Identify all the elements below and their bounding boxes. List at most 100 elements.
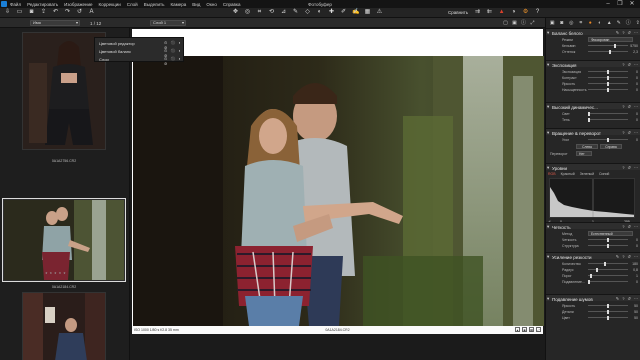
section-header[interactable]: ▾ Баланс белого ✎ ? ↺ ⋯ [546, 28, 640, 36]
rotate-right-button[interactable]: Справа [600, 144, 622, 149]
channel-tab-red[interactable]: Красный [561, 172, 575, 177]
tint-value[interactable]: 2,3 [633, 50, 638, 54]
exposure-slider-handle[interactable] [607, 69, 609, 74]
sharp-threshold-slider[interactable] [588, 275, 628, 276]
crop-icon[interactable]: ⌗ [256, 9, 263, 16]
camera-icon[interactable]: ◙ [28, 9, 35, 16]
saturation-value[interactable]: 0 [636, 88, 638, 92]
details-tab-icon[interactable]: ▲ [606, 20, 613, 27]
sharp-threshold-slider-handle[interactable] [590, 273, 592, 278]
sharp-halo-slider[interactable] [588, 281, 628, 282]
contrast-value[interactable]: 0 [636, 76, 638, 80]
tint-slider-handle[interactable] [609, 49, 611, 54]
sharp-radius-slider[interactable] [588, 269, 628, 270]
section-controls-icon[interactable]: ? ↺ ⋯ [622, 165, 639, 170]
minimize-button[interactable]: – [602, 0, 614, 8]
contrast-slider-handle[interactable] [607, 75, 609, 80]
sharp-amount-slider-handle[interactable] [604, 261, 606, 266]
undo-icon[interactable]: ↶ [52, 9, 59, 16]
collapse-icon[interactable]: ▾ [547, 30, 549, 36]
section-header[interactable]: ▾ Высокий динамичес... ? ↺ ⋯ [546, 102, 640, 110]
sharp-radius-slider-handle[interactable] [596, 267, 598, 272]
section-header[interactable]: ▾ Уровни ? ↺ ⋯ [546, 163, 640, 171]
zoom-fit-icon[interactable]: ⤢ [536, 326, 541, 332]
folder-icon[interactable]: ▭ [16, 9, 23, 16]
thumbnail-2-selected[interactable]: ★ ★ ★ ★ ★ 0A1A2184.CR2 [2, 198, 126, 289]
focus-mask-icon[interactable]: ◉ [522, 326, 527, 332]
proof-icon[interactable]: ◑ [510, 9, 517, 16]
collapse-icon[interactable]: ▾ [547, 104, 549, 110]
noise-detail-slider-handle[interactable] [607, 309, 609, 314]
metadata-tab-icon[interactable]: ⓘ [625, 20, 632, 27]
rating-stars[interactable]: ★ ★ ★ ★ ★ [45, 271, 66, 275]
structure-slider-handle[interactable] [607, 243, 609, 248]
kelvin-value[interactable]: 5750 [630, 44, 638, 48]
shadows-value[interactable]: 0 [636, 118, 638, 122]
fullscreen-icon[interactable]: ⤢ [529, 20, 536, 27]
layer-row-layers[interactable]: Слои ⊙ ⚫ ◐ ⊘ [95, 55, 185, 66]
channel-tab-rgb[interactable]: RGB [548, 172, 556, 177]
lens-tab-icon[interactable]: ◎ [568, 20, 575, 27]
rotate-left-button[interactable]: Слева [576, 144, 598, 149]
picker-icon[interactable]: ✐ [340, 9, 347, 16]
highlights-value[interactable]: 0 [636, 112, 638, 116]
cursor-icon[interactable]: ➶ [352, 9, 359, 16]
grid-overlay-icon[interactable]: ▦ [529, 326, 534, 332]
highlights-slider-handle[interactable] [588, 111, 590, 116]
main-photo[interactable] [133, 56, 544, 326]
wb-mode-dropdown[interactable]: Фиксирован [588, 37, 633, 42]
clarity-slider-handle[interactable] [607, 237, 609, 242]
section-header[interactable]: ▾ Вращение & переворот ? ↺ ⋯ [546, 128, 640, 136]
exposure-tab-icon[interactable]: ◐ [597, 20, 604, 27]
collapse-icon[interactable]: ▾ [547, 296, 549, 302]
sharp-radius-value[interactable]: 0,8 [633, 268, 638, 272]
section-header[interactable]: ▾ Усиление резкости ✎ ? ↺ ⋯ [546, 252, 640, 260]
shadows-slider[interactable] [588, 119, 628, 120]
sort-dropdown[interactable]: Имя [30, 20, 80, 26]
layer-dropdown[interactable]: Слой 1 [150, 20, 186, 26]
brightness-value[interactable]: 0 [636, 82, 638, 86]
sharp-halo-slider-handle[interactable] [588, 279, 590, 284]
keystone-icon[interactable]: ⊿ [280, 9, 287, 16]
text-tool-icon[interactable]: A [88, 9, 95, 16]
rotate-icon[interactable]: ⟲ [268, 9, 275, 16]
noise-detail-value[interactable]: 50 [634, 310, 638, 314]
channel-tab-green[interactable]: Зеленый [580, 172, 594, 177]
redo-icon[interactable]: ↷ [64, 9, 71, 16]
single-view-icon[interactable]: ▢ [502, 20, 509, 27]
section-header[interactable]: ▾ Четкость ? ↺ ⋯ [546, 222, 640, 230]
noise-color-value[interactable]: 50 [634, 316, 638, 320]
alert-icon[interactable]: ▲ [498, 9, 505, 16]
collapse-icon[interactable]: ▾ [547, 224, 549, 230]
collapse-icon[interactable]: ▾ [547, 254, 549, 260]
saturation-slider-handle[interactable] [607, 87, 609, 92]
help-icon[interactable]: ? [534, 9, 541, 16]
compare-label[interactable]: Сравнить [448, 10, 468, 15]
angle-value[interactable]: 0 [636, 138, 638, 142]
collapse-icon[interactable]: ▾ [547, 165, 549, 171]
warning-icon[interactable]: ⚠ [376, 9, 383, 16]
heal-icon[interactable]: ✚ [328, 9, 335, 16]
capture-tab-icon[interactable]: ◙ [559, 20, 566, 27]
section-header[interactable]: ▾ Подавление шумов ✎ ? ↺ ⋯ [546, 294, 640, 302]
output-tab-icon[interactable]: ⇪ [635, 20, 640, 27]
loupe-icon[interactable]: ◎ [244, 9, 251, 16]
local-adjust-tab-icon[interactable]: ✎ [616, 20, 623, 27]
angle-slider-handle[interactable] [607, 137, 609, 142]
exposure-value[interactable]: 0 [636, 70, 638, 74]
maximize-button[interactable]: ❐ [614, 0, 626, 8]
collapse-icon[interactable]: ▾ [547, 62, 549, 68]
collapse-icon[interactable]: ▾ [547, 130, 549, 136]
brightness-slider-handle[interactable] [607, 81, 609, 86]
brush-icon[interactable]: ✎ [292, 9, 299, 16]
highlights-slider[interactable] [588, 113, 628, 114]
layer-row-color-balance[interactable]: Цветовой баланс ⊙ ⚫ ◐ ⊘ [95, 47, 185, 58]
exposure-warning-icon[interactable]: ▲ [515, 326, 520, 332]
grid-icon[interactable]: ▦ [364, 9, 371, 16]
section-controls-icon[interactable]: ✎ ? ↺ ⋯ [616, 30, 639, 35]
clarity-value[interactable]: 0 [636, 238, 638, 242]
process-icon[interactable]: ⚙ [522, 9, 529, 16]
library-tab-icon[interactable]: ▣ [549, 20, 556, 27]
eraser-icon[interactable]: ◇ [304, 9, 311, 16]
section-controls-icon[interactable]: ? ↺ ⋯ [622, 224, 639, 229]
